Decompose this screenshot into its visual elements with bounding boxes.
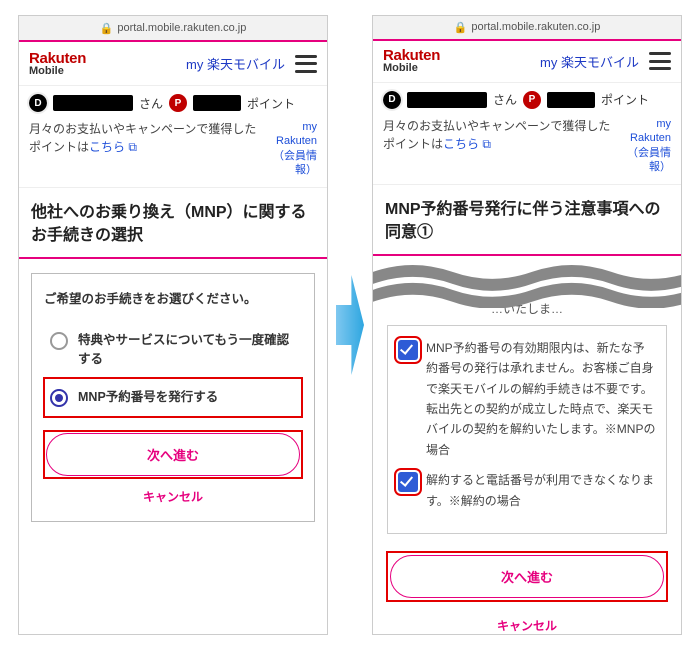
page-title: MNP予約番号発行に伴う注意事項への同意① xyxy=(373,185,681,256)
transition-arrow-icon xyxy=(336,275,364,375)
points-info-text: 月々のお支払いやキャンペーンで獲得したポイントは xyxy=(29,122,256,154)
hamburger-icon[interactable] xyxy=(295,55,317,73)
points-redacted xyxy=(193,95,241,111)
app-header: Rakuten Mobile my 楽天モバイル xyxy=(19,42,327,86)
lock-icon: 🔒 xyxy=(100,22,114,35)
agreement-item-2[interactable]: 解約すると電話番号が利用できなくなります。※解約の場合 xyxy=(398,470,656,511)
brand-bottom: Mobile xyxy=(383,63,440,74)
url-bar: 🔒 portal.mobile.rakuten.co.jp xyxy=(373,16,681,41)
radio-icon-selected xyxy=(50,389,68,407)
points-info-link[interactable]: こちら xyxy=(443,137,479,151)
card-lead: ご希望のお手続きをお選びください。 xyxy=(44,288,302,307)
points-info-text: 月々のお支払いやキャンペーンで獲得したポイントは xyxy=(383,119,610,151)
next-button[interactable]: 次へ進む xyxy=(46,433,300,476)
next-button[interactable]: 次へ進む xyxy=(390,555,664,598)
user-bar: D さん P ポイント xyxy=(19,86,327,116)
user-bar: D さん P ポイント xyxy=(373,83,681,113)
external-link-icon: ⧉ xyxy=(128,140,137,154)
san-suffix: さん xyxy=(493,91,517,108)
san-suffix: さん xyxy=(139,95,163,112)
agreement-text: 解約すると電話番号が利用できなくなります。※解約の場合 xyxy=(426,470,656,511)
my-rakuten-mobile-link[interactable]: my 楽天モバイル xyxy=(540,52,639,71)
brand-top: Rakuten xyxy=(383,48,440,63)
radio-option-confirm-benefits[interactable]: 特典やサービスについてもう一度確認する xyxy=(44,321,302,379)
brand-bottom: Mobile xyxy=(29,66,86,77)
brand-logo[interactable]: Rakuten Mobile xyxy=(29,51,86,77)
agreement-box: MNP予約番号の有効期限内は、新たな予約番号の発行は承れません。お客様ご自身で楽… xyxy=(387,325,667,534)
phone-right: 🔒 portal.mobile.rakuten.co.jp Rakuten Mo… xyxy=(372,15,682,635)
lock-icon: 🔒 xyxy=(454,21,468,34)
points-info-link[interactable]: こちら xyxy=(89,140,125,154)
external-link-icon: ⧉ xyxy=(482,137,491,151)
points-suffix: ポイント xyxy=(601,91,649,108)
my-rakuten-member-link[interactable]: my Rakuten（会員情報） xyxy=(263,120,317,177)
checkbox-checked-icon[interactable] xyxy=(398,340,418,360)
radio-icon xyxy=(50,332,68,350)
hamburger-icon[interactable] xyxy=(649,52,671,70)
radio-label: MNP予約番号を発行する xyxy=(78,388,218,407)
points-suffix: ポイント xyxy=(247,95,295,112)
cancel-link[interactable]: キャンセル xyxy=(44,488,302,505)
page-title: 他社へのお乗り換え（MNP）に関するお手続きの選択 xyxy=(19,188,327,259)
procedure-card: ご希望のお手続きをお選びください。 特典やサービスについてもう一度確認する MN… xyxy=(31,273,315,523)
url-text: portal.mobile.rakuten.co.jp xyxy=(471,21,600,33)
user-name-redacted xyxy=(53,95,133,111)
brand-top: Rakuten xyxy=(29,51,86,66)
agreement-text: MNP予約番号の有効期限内は、新たな予約番号の発行は承れません。お客様ご自身で楽… xyxy=(426,338,656,460)
url-text: portal.mobile.rakuten.co.jp xyxy=(117,22,246,34)
radio-label: 特典やサービスについてもう一度確認する xyxy=(78,331,296,369)
phone-left: 🔒 portal.mobile.rakuten.co.jp Rakuten Mo… xyxy=(18,15,328,635)
points-icon: P xyxy=(169,94,187,112)
points-icon: P xyxy=(523,91,541,109)
points-redacted xyxy=(547,92,595,108)
url-bar: 🔒 portal.mobile.rakuten.co.jp xyxy=(19,16,327,42)
points-info-line: 月々のお支払いやキャンペーンで獲得したポイントはこちら ⧉ my Rakuten… xyxy=(373,113,681,185)
diamond-rank-icon: D xyxy=(383,91,401,109)
diamond-rank-icon: D xyxy=(29,94,47,112)
user-name-redacted xyxy=(407,92,487,108)
points-info-line: 月々のお支払いやキャンペーンで獲得したポイントはこちら ⧉ my Rakuten… xyxy=(19,116,327,188)
content-omitted-wave xyxy=(373,262,681,306)
radio-option-issue-mnp[interactable]: MNP予約番号を発行する xyxy=(44,378,302,417)
checkbox-checked-icon[interactable] xyxy=(398,472,418,492)
my-rakuten-member-link[interactable]: my Rakuten（会員情報） xyxy=(617,117,671,174)
cancel-link[interactable]: キャンセル xyxy=(373,617,681,634)
app-header: Rakuten Mobile my 楽天モバイル xyxy=(373,41,681,83)
agreement-item-1[interactable]: MNP予約番号の有効期限内は、新たな予約番号の発行は承れません。お客様ご自身で楽… xyxy=(398,338,656,460)
my-rakuten-mobile-link[interactable]: my 楽天モバイル xyxy=(186,54,285,73)
brand-logo[interactable]: Rakuten Mobile xyxy=(383,48,440,74)
